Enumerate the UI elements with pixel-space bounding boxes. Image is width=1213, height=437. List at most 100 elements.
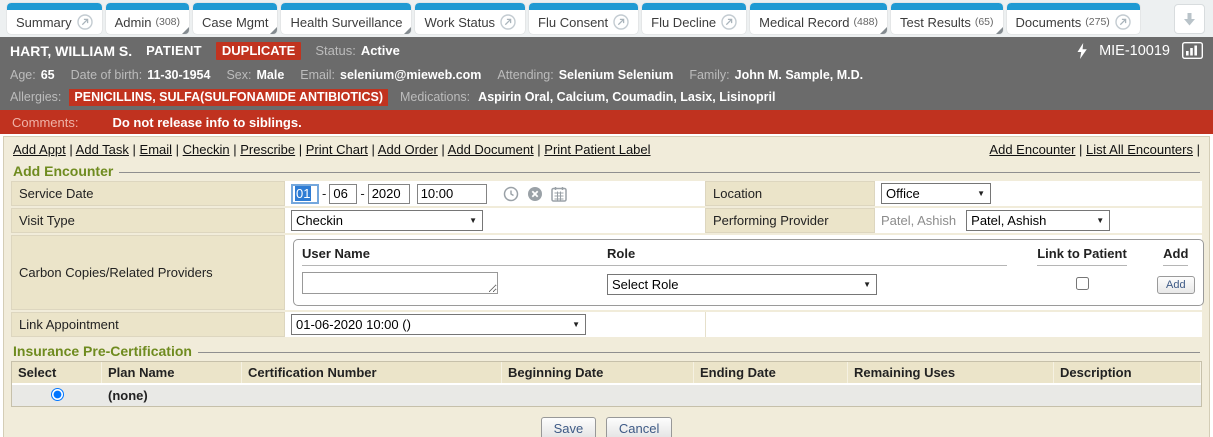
fold-corner-icon [182,27,189,34]
tab-label: Medical Record [759,15,849,30]
action-link[interactable]: Checkin [183,142,230,157]
clock-icon[interactable] [503,186,519,202]
service-date-year-input[interactable] [368,184,410,204]
action-link[interactable]: Print Patient Label [544,142,650,157]
tab[interactable]: Admin (308) [106,3,189,34]
chart-id: MIE-10019 [1099,43,1170,59]
encounter-link[interactable]: Add Encounter [989,142,1075,157]
tab-count: (65) [975,16,994,28]
tab-accent-bar [415,3,525,10]
action-links-row: Add Appt Add Task Email Checkin Prescribe Pri… [11,140,1202,162]
cc-link-to-patient-header: Link to Patient [1037,243,1127,266]
tab[interactable]: Medical Record (488) [750,3,887,34]
tab-accent-bar [7,3,102,10]
performing-provider-select[interactable]: Patel, Ashish [966,210,1110,231]
action-link[interactable]: Add Appt [13,142,66,157]
popout-icon[interactable] [500,14,516,30]
tab[interactable]: Health Surveillance [281,3,411,34]
tab[interactable]: Work Status [415,3,525,34]
service-date-month-input[interactable]: 01 [291,184,319,204]
save-button[interactable]: Save [541,417,597,437]
tab-accent-bar [193,3,277,10]
tab[interactable]: Test Results (65) [891,3,1003,34]
demographic-label: Age: [10,68,36,82]
demographic-value: 65 [41,68,55,82]
tab[interactable]: Flu Decline [642,3,746,34]
insurance-table: SelectPlan NameCertification NumberBegin… [11,361,1202,407]
action-link[interactable]: Add Task [76,142,129,157]
tab[interactable]: Case Mgmt [193,3,277,34]
demographic-pair: Family: John M. Sample, M.D. [689,68,863,82]
tab-accent-bar [529,3,638,10]
tab-label: Test Results [900,15,971,30]
tab-count: (275) [1085,16,1110,28]
fold-corner-icon [996,27,1003,34]
clear-date-icon[interactable] [527,186,543,202]
insurance-row-none: (none) [12,383,1201,406]
action-link[interactable]: Add Document [448,142,534,157]
action-link[interactable]: Email [140,142,173,157]
popout-icon[interactable] [613,14,629,30]
service-date-row: Service Date 01 - - Location Office [11,181,1202,208]
fold-corner-icon [270,27,277,34]
action-link[interactable]: Prescribe [240,142,295,157]
service-time-input[interactable] [417,184,487,204]
popout-icon[interactable] [77,14,93,30]
demographic-pair: Age: 65 [10,68,55,82]
link-appointment-label: Link Appointment [11,312,285,337]
comments-text: Do not release info to siblings. [112,115,301,130]
allergies-label: Allergies: [10,90,61,104]
encounter-content: Add Appt Add Task Email Checkin Prescribe Pri… [3,136,1210,437]
location-select[interactable]: Office [881,183,991,204]
allergies-value[interactable]: PENICILLINS, SULFA(SULFONAMIDE ANTIBIOTI… [69,89,388,106]
demographic-label: Sex: [226,68,251,82]
carbon-copies-panel: User Name Role Link to Patient Add Selec… [293,239,1204,306]
download-arrow-icon [1182,12,1197,27]
cc-user-name-input[interactable] [302,272,498,294]
tab-label: Flu Consent [538,15,608,30]
tab[interactable]: Documents (275) [1007,3,1140,34]
performing-provider-text: Patel, Ashish [881,213,956,228]
demographic-value: John M. Sample, M.D. [735,68,864,82]
link-appointment-select[interactable]: 01-06-2020 10:00 () [291,314,586,335]
add-encounter-title: Add Encounter [13,163,113,179]
carbon-copies-row: Carbon Copies/Related Providers User Nam… [11,235,1202,312]
tab-label: Case Mgmt [202,15,268,30]
tab-label: Documents [1016,15,1082,30]
tab-accent-bar [106,3,189,10]
cc-link-to-patient-checkbox[interactable] [1076,277,1089,290]
carbon-copies-label: Carbon Copies/Related Providers [11,235,285,310]
demographic-label: Email: [300,68,335,82]
insurance-column-header: Remaining Uses [848,362,1054,383]
insurance-section-header: Insurance Pre-Certification [11,342,1202,361]
cc-add-button[interactable]: Add [1157,276,1195,294]
demographic-value: Male [256,68,284,82]
medications-label: Medications: [400,90,470,104]
insurance-column-header: Plan Name [102,362,242,383]
tab[interactable]: Summary [7,3,102,34]
cancel-button[interactable]: Cancel [606,417,672,437]
duplicate-badge[interactable]: DUPLICATE [216,42,301,60]
patient-name: HART, WILLIAM S. [10,43,132,59]
demographic-pair: Email: selenium@mieweb.com [300,68,481,82]
footer-buttons: Save Cancel [11,407,1202,437]
service-date-day-input[interactable] [329,184,357,204]
calendar-icon[interactable] [551,186,567,202]
flowsheet-chart-icon[interactable] [1182,42,1203,59]
insurance-select-radio[interactable] [51,388,64,401]
action-links-left: Add Appt Add Task Email Checkin Prescribe Pri… [13,142,651,157]
popout-icon[interactable] [1115,14,1131,30]
encounter-link[interactable]: List All Encounters [1086,142,1193,157]
tab-label: Health Surveillance [290,15,402,30]
popout-icon[interactable] [721,14,737,30]
action-link[interactable]: Add Order [378,142,438,157]
cc-role-select[interactable]: Select Role [607,274,877,295]
status-value: Active [361,43,400,58]
action-link[interactable]: Print Chart [306,142,368,157]
tab[interactable]: Flu Consent [529,3,638,34]
download-button[interactable] [1174,4,1205,34]
location-label: Location [705,181,875,206]
add-encounter-section-header: Add Encounter [11,162,1202,181]
visit-type-select[interactable]: Checkin [291,210,483,231]
visit-type-label: Visit Type [11,208,285,233]
